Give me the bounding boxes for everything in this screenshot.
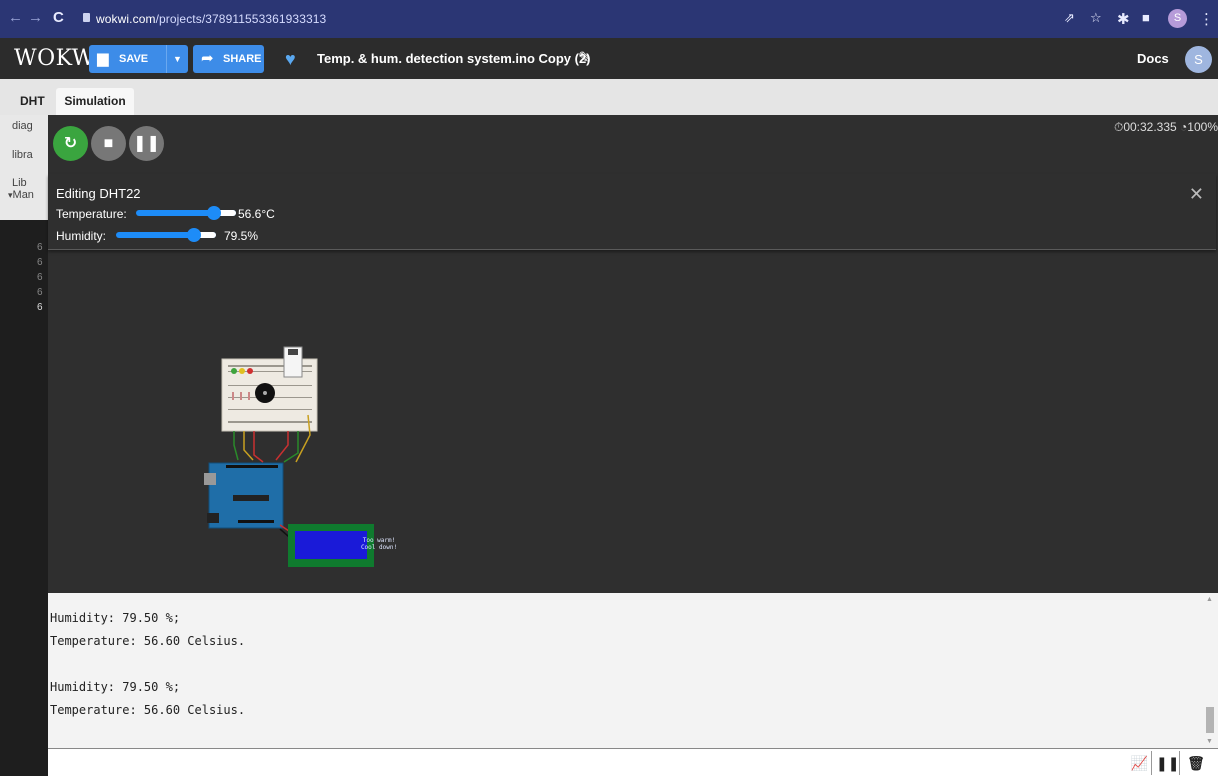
serial-line: Temperature: 56.60 Celsius. <box>50 703 246 717</box>
temperature-value: 56.6°C <box>238 207 275 221</box>
humidity-slider[interactable] <box>116 228 216 242</box>
lcd-line-1: Too warm! <box>362 537 396 544</box>
share-page-icon[interactable]: ⇗ <box>1064 10 1075 26</box>
serial-line: ​ <box>50 653 245 676</box>
bookmark-star-icon[interactable]: ☆ <box>1090 10 1102 26</box>
serial-toolbar: 📈 ❚❚ 🗑 <box>48 748 1218 776</box>
heart-icon[interactable]: ♥ <box>285 49 296 70</box>
save-disk-icon: ▆ <box>97 50 109 67</box>
user-avatar[interactable]: S <box>1185 46 1212 73</box>
serial-line: Humidity: 79.50 %; <box>50 611 181 625</box>
save-button[interactable]: ▆ SAVE ▼ <box>89 45 188 73</box>
serial-output: Humidity: 79.50 %; Temperature: 56.60 Cel… <box>50 607 245 722</box>
line-number: 6 <box>37 272 43 283</box>
serial-line: Temperature: 56.60 Celsius. <box>50 634 246 648</box>
scrollbar-thumb[interactable] <box>1206 707 1214 733</box>
edit-panel-title: Editing DHT22 <box>56 186 141 201</box>
humidity-value: 79.5% <box>224 229 259 243</box>
url-host: wokwi.com <box>96 12 156 26</box>
serial-line: Humidity: 79.50 %; <box>50 680 181 694</box>
browser-profile-avatar[interactable]: S <box>1168 9 1187 28</box>
back-icon[interactable]: ← <box>8 9 23 26</box>
temperature-label: Temperature: <box>56 207 127 221</box>
file-item-libraries[interactable]: libra <box>12 149 48 161</box>
serial-monitor[interactable]: Humidity: 79.50 %; Temperature: 56.60 Cel… <box>48 593 1218 748</box>
forward-icon[interactable]: → <box>28 9 43 26</box>
url-path: /projects/378911553361933313 <box>155 12 327 26</box>
app-header: WOKWi ▆ SAVE ▼ ➦ SHARE ♥ Temp. & hum. de… <box>0 38 1218 79</box>
side-panel-icon[interactable]: ■ <box>1142 10 1150 25</box>
edit-pencil-icon[interactable]: ✎ <box>578 48 591 68</box>
scroll-down-icon[interactable]: ▼ <box>1206 738 1213 745</box>
tab-bar: DHT Simulation <box>0 79 1218 115</box>
lcd-line-2: Cool down! <box>360 544 398 551</box>
share-label: SHARE <box>223 53 262 65</box>
library-manager-item[interactable]: ▾Man <box>8 189 44 201</box>
temperature-slider[interactable] <box>136 206 236 220</box>
close-icon[interactable]: ✕ <box>1189 184 1204 205</box>
save-label: SAVE <box>119 53 149 65</box>
plotter-chart-icon[interactable]: 📈 <box>1128 751 1152 775</box>
temperature-slider-thumb[interactable] <box>207 206 221 220</box>
project-files-panel: diag libra Lib ▾Man <box>0 115 48 220</box>
line-number: 6 <box>37 287 43 298</box>
extensions-icon[interactable]: ✱ <box>1117 10 1130 28</box>
docs-link[interactable]: Docs <box>1137 51 1169 66</box>
tab-simulation[interactable]: Simulation <box>56 88 134 115</box>
line-number: 6 <box>37 242 43 253</box>
save-dropdown-icon[interactable]: ▼ <box>166 45 188 73</box>
dht22-edit-panel: Editing DHT22 Temperature: 56.6°C Humidi… <box>48 174 1216 250</box>
file-item-diagram[interactable]: diag <box>12 120 48 132</box>
line-numbers: 6 6 6 6 6 <box>37 240 43 315</box>
lock-icon <box>83 13 90 22</box>
share-arrow-icon: ➦ <box>201 50 214 67</box>
reload-icon[interactable]: C <box>53 9 64 26</box>
scroll-up-icon[interactable]: ▲ <box>1206 596 1213 603</box>
project-title: Temp. & hum. detection system.ino Copy (… <box>317 51 591 66</box>
line-number: 6 <box>37 302 43 313</box>
serial-scrollbar[interactable]: ▲ ▼ <box>1206 593 1214 748</box>
led-yellow[interactable] <box>239 368 245 374</box>
tab-dht-file[interactable]: DHT <box>20 88 45 115</box>
address-bar[interactable]: wokwi.com/projects/378911553361933313 <box>96 12 326 26</box>
led-red[interactable] <box>247 368 253 374</box>
humidity-label: Humidity: <box>56 229 107 243</box>
library-label: Lib <box>12 177 27 189</box>
led-green[interactable] <box>231 368 237 374</box>
pause-serial-icon[interactable]: ❚❚ <box>1156 751 1180 775</box>
line-number: 6 <box>37 257 43 268</box>
share-button[interactable]: ➦ SHARE <box>193 45 264 73</box>
humidity-slider-thumb[interactable] <box>187 228 201 242</box>
browser-toolbar: ← → C wokwi.com/projects/378911553361933… <box>0 0 1218 38</box>
clear-trash-icon[interactable]: 🗑 <box>1184 751 1208 775</box>
menu-kebab-icon[interactable]: ⋮ <box>1199 10 1214 28</box>
lcd-text: Too warm! Cool down! <box>343 537 415 551</box>
